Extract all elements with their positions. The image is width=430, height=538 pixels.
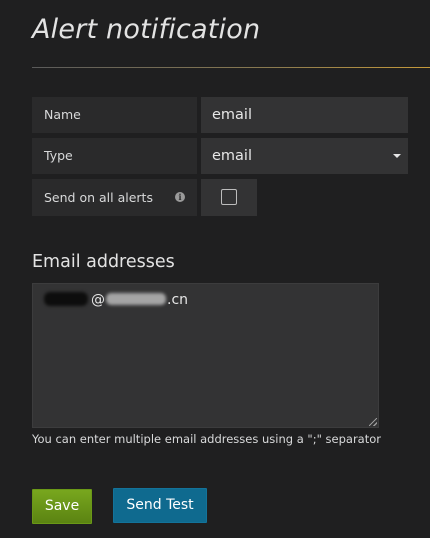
- send-test-button[interactable]: Send Test: [113, 488, 207, 523]
- alert-notification-page: Alert notification Name email Type email…: [0, 0, 430, 538]
- type-select[interactable]: email: [201, 138, 408, 174]
- send-on-all-alerts-checkbox[interactable]: [221, 189, 237, 205]
- title-divider: [32, 67, 430, 68]
- save-button[interactable]: Save: [32, 489, 92, 524]
- type-label: Type: [32, 138, 197, 174]
- redacted-domain: [106, 293, 166, 305]
- redacted-username: [44, 292, 88, 306]
- send-on-all-alerts-text: Send on all alerts: [44, 190, 153, 205]
- info-icon[interactable]: i: [175, 192, 185, 202]
- resize-handle-icon[interactable]: [369, 418, 377, 426]
- email-domain-suffix: .cn: [167, 292, 189, 308]
- chevron-down-icon: [393, 154, 401, 158]
- name-input[interactable]: email: [201, 97, 408, 133]
- email-at-sign: @: [91, 292, 105, 308]
- email-addresses-heading: Email addresses: [32, 252, 175, 272]
- name-label: Name: [32, 97, 197, 133]
- send-on-all-alerts-toggle[interactable]: [201, 179, 257, 216]
- type-select-value: email: [212, 148, 252, 164]
- page-title: Alert notification: [32, 14, 261, 45]
- send-on-all-alerts-label: Send on all alerts i: [32, 179, 197, 216]
- email-help-text: You can enter multiple email addresses u…: [32, 432, 382, 446]
- email-addresses-value: @ .cn: [44, 292, 188, 308]
- email-addresses-textarea[interactable]: @ .cn: [32, 283, 379, 428]
